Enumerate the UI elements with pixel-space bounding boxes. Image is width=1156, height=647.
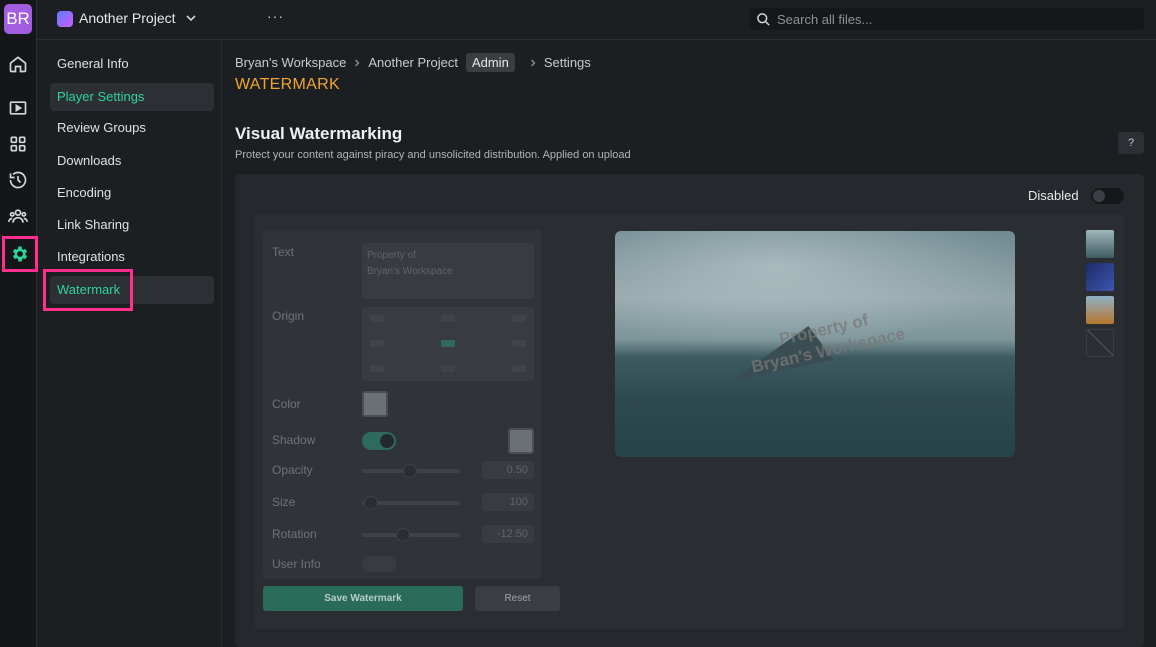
settings-gear-icon[interactable] [2,236,38,272]
watermark-panel: Disabled Text Property of Bryan's Worksp… [235,174,1144,647]
search-icon [757,12,770,26]
media-play-icon[interactable] [6,96,30,120]
search-box[interactable] [750,8,1144,30]
section-description: Protect your content against piracy and … [235,149,631,161]
breadcrumb: Bryan's Workspace Another Project Admin … [235,53,591,72]
breadcrumb-workspace[interactable]: Bryan's Workspace [235,55,346,70]
shadow-color-swatch[interactable] [508,428,534,454]
watermark-text-input[interactable]: Property of Bryan's Workspace [362,243,534,299]
section-title: Visual Watermarking [235,124,403,143]
shadow-toggle[interactable] [362,432,396,450]
breadcrumb-settings[interactable]: Settings [544,55,591,70]
origin-cell-top-left[interactable] [370,315,384,322]
shadow-label: Shadow [272,433,316,447]
user-info-toggle[interactable] [362,556,396,572]
watermark-text-value: Property of Bryan's Workspace [367,250,453,277]
rotation-label: Rotation [272,527,317,541]
origin-cell-bottom-right[interactable] [512,365,526,372]
history-icon[interactable] [6,168,30,192]
origin-cell-middle-left[interactable] [370,340,384,347]
opacity-slider[interactable] [362,464,460,478]
app-rail: BR [0,0,38,647]
origin-cell-top-right[interactable] [512,315,526,322]
main-content: Bryan's Workspace Another Project Admin … [222,41,1156,647]
thumbnail-none[interactable] [1086,329,1114,357]
origin-cell-bottom-left[interactable] [370,365,384,372]
opacity-slider-thumb[interactable] [403,464,417,478]
home-icon[interactable] [6,52,30,76]
origin-label: Origin [272,309,305,323]
opacity-value[interactable]: 0.50 [482,461,534,479]
watermark-editor: Text Property of Bryan's Workspace Origi… [254,214,1124,629]
size-value[interactable]: 100 [482,493,534,511]
toggle-knob [1093,190,1105,202]
rotation-slider[interactable] [362,528,460,542]
watermark-form: Text Property of Bryan's Workspace Origi… [263,230,542,579]
watermark-status-label: Disabled [1028,188,1079,203]
user-avatar[interactable]: BR [4,4,32,34]
origin-cell-middle-right[interactable] [512,340,526,347]
toggle-knob [380,434,394,448]
chevron-down-icon[interactable] [185,12,197,24]
origin-cell-bottom-center[interactable] [441,365,455,372]
origin-cell-center[interactable] [441,340,455,347]
sidebar-item-review-groups[interactable]: Review Groups [50,114,214,142]
origin-cell-top-center[interactable] [441,315,455,322]
watermark-enable-toggle[interactable] [1091,188,1124,204]
rotation-slider-thumb[interactable] [396,528,410,542]
reset-button[interactable]: Reset [475,586,560,611]
breadcrumb-project[interactable]: Another Project [368,55,458,70]
thumbnail-blue[interactable] [1086,263,1114,291]
text-label: Text [272,245,295,259]
settings-sidebar: General Info Player Settings Review Grou… [37,41,222,647]
help-button[interactable]: ? [1118,132,1144,154]
origin-grid[interactable] [362,307,534,381]
highlight-box [43,269,133,311]
apps-grid-icon[interactable] [6,132,30,156]
top-bar: Another Project ··· [37,0,1156,40]
avatar-initials: BR [6,9,30,28]
rotation-value[interactable]: -12.50 [482,525,534,543]
chevron-right-icon [355,59,360,66]
project-name[interactable]: Another Project [79,10,176,26]
user-info-label: User Info [272,557,321,571]
role-badge: Admin [465,53,515,72]
sidebar-item-watermark[interactable]: Watermark [43,269,214,311]
more-options-icon[interactable]: ··· [267,8,284,24]
size-slider[interactable] [362,496,460,510]
team-icon[interactable] [6,204,30,228]
opacity-label: Opacity [272,463,313,477]
thumbnail-whale[interactable] [1086,230,1114,258]
thumbnail-animal[interactable] [1086,296,1114,324]
sidebar-item-downloads[interactable]: Downloads [50,147,214,175]
page-title: WATERMARK [235,76,340,93]
color-swatch[interactable] [362,391,388,417]
sidebar-item-link-sharing[interactable]: Link Sharing [50,211,214,239]
sidebar-item-integrations[interactable]: Integrations [50,243,214,271]
size-slider-thumb[interactable] [364,496,378,510]
search-input[interactable] [777,11,1137,27]
save-watermark-button[interactable]: Save Watermark [263,586,463,611]
sidebar-item-general-info[interactable]: General Info [50,50,214,78]
size-label: Size [272,495,296,509]
chevron-right-icon [530,59,536,66]
watermark-preview-image: Property of Bryan's Workspace [615,231,1015,457]
color-label: Color [272,397,301,411]
sidebar-item-player-settings[interactable]: Player Settings [50,83,214,111]
project-icon [57,11,73,27]
sidebar-item-encoding[interactable]: Encoding [50,179,214,207]
